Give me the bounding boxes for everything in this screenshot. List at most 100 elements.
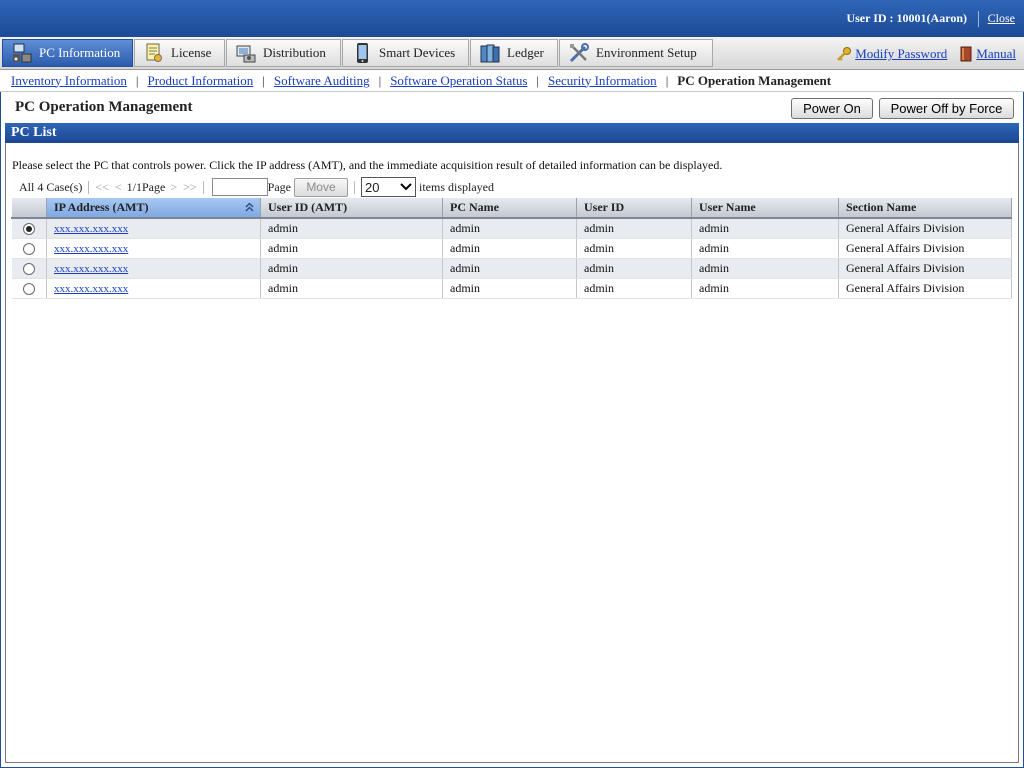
first-page-link[interactable]: << [95,180,109,195]
divider [202,180,204,194]
ip-cell: xxx.xxx.xxx.xxx [46,278,261,299]
column-header-pc-name[interactable]: PC Name [442,198,577,219]
smart-device-icon [351,42,373,64]
tools-icon [568,42,590,64]
separator: | [262,72,265,88]
user-name-cell: admin [691,278,839,299]
subnav-software-auditing[interactable]: Software Auditing [274,73,370,89]
divider [978,11,979,27]
table-header-row: IP Address (AMT) User ID (AMT) PC Name U… [11,198,1012,219]
section-name-cell: General Affairs Division [838,258,1012,279]
sub-nav: Inventory Information | Product Informat… [0,70,1024,92]
tab-label: Smart Devices [379,45,456,60]
sort-ascending-icon[interactable] [245,202,254,213]
pc-name-cell: admin [442,238,577,259]
amt-user-id-cell: admin [260,238,443,259]
section-name-cell: General Affairs Division [838,238,1012,259]
select-cell [11,238,47,259]
next-page-link[interactable]: > [170,180,177,195]
ip-address-link[interactable]: xxx.xxx.xxx.xxx [54,223,128,235]
power-off-by-force-button[interactable]: Power Off by Force [879,98,1014,119]
select-cell [11,258,47,279]
divider [88,180,90,194]
column-header-user-id-amt[interactable]: User ID (AMT) [260,198,443,219]
separator: | [536,72,540,88]
column-header-user-id[interactable]: User ID [576,198,692,219]
pc-name-cell: admin [442,258,577,279]
ip-address-link[interactable]: xxx.xxx.xxx.xxx [54,243,128,255]
page-info: 1/1Page [126,179,166,194]
tab-label: License [171,45,212,60]
tab-license[interactable]: License [134,39,225,67]
total-count: All 4 Case(s) [19,179,83,194]
user-name-cell: admin [691,238,839,259]
manual-link[interactable]: Manual [959,46,1016,62]
amt-user-id-cell: admin [260,218,443,239]
column-header-section-name[interactable]: Section Name [838,198,1012,219]
page-title: PC Operation Management [15,99,193,115]
modify-password-label: Modify Password [855,46,948,61]
panel-title: PC List [5,123,1019,143]
main-nav: PC Information License Distribution Smar… [0,37,1024,70]
tab-distribution[interactable]: Distribution [226,39,341,67]
subnav-product-information[interactable]: Product Information [148,73,254,89]
row-select-radio[interactable] [22,223,35,236]
power-on-button[interactable]: Power On [791,98,873,119]
subnav-inventory-information[interactable]: Inventory Information [11,73,127,89]
table-row: xxx.xxx.xxx.xxx admin admin admin admin … [11,218,1012,239]
pager: All 4 Case(s) << < 1/1Page > >> Page Mov… [19,176,494,198]
subnav-software-operation-status[interactable]: Software Operation Status [390,73,527,89]
tab-pc-information[interactable]: PC Information [2,39,133,67]
page-number-input[interactable] [211,178,268,196]
tab-label: Ledger [507,45,544,60]
last-page-link[interactable]: >> [183,180,197,195]
items-per-page-value: 20 [364,179,380,195]
user-id-cell: admin [576,278,692,299]
pc-name-cell: admin [442,218,577,239]
chevron-down-icon [400,183,412,191]
instruction-text: Please select the PC that controls power… [12,158,723,172]
subnav-security-information[interactable]: Security Information [548,73,657,89]
prev-page-link[interactable]: < [115,180,122,195]
user-id-cell: admin [576,238,692,259]
tab-ledger[interactable]: Ledger [470,39,558,67]
select-column-header [11,198,47,219]
row-select-radio[interactable] [22,263,35,276]
ip-address-link[interactable]: xxx.xxx.xxx.xxx [54,263,128,275]
table-row: xxx.xxx.xxx.xxx admin admin admin admin … [11,258,1012,279]
tab-smart-devices[interactable]: Smart Devices [342,39,469,67]
user-name-cell: admin [691,218,839,239]
manual-label: Manual [976,46,1016,61]
ip-cell: xxx.xxx.xxx.xxx [46,258,261,279]
pc-name-cell: admin [442,278,577,299]
separator: | [135,72,139,88]
subnav-current-page: PC Operation Management [677,72,832,88]
column-header-ip-address[interactable]: IP Address (AMT) [46,198,261,219]
separator: | [665,72,669,88]
user-id-cell: admin [576,218,692,239]
column-header-label: IP Address (AMT) [54,200,149,214]
header-tools: Modify Password Manual [836,46,1016,62]
ip-address-link[interactable]: xxx.xxx.xxx.xxx [54,283,128,295]
user-id-label: User ID : 10001(Aaron) [846,11,967,25]
distribution-icon [235,42,257,64]
items-displayed-label: items displayed [418,179,494,194]
row-select-radio[interactable] [22,283,35,296]
tab-environment-setup[interactable]: Environment Setup [559,39,713,67]
tab-label: Environment Setup [596,45,697,60]
row-select-radio[interactable] [22,243,35,256]
tab-label: Distribution [263,45,326,60]
section-name-cell: General Affairs Division [838,218,1012,239]
ip-cell: xxx.xxx.xxx.xxx [46,218,261,239]
ip-cell: xxx.xxx.xxx.xxx [46,238,261,259]
user-name-cell: admin [691,258,839,279]
modify-password-link[interactable]: Modify Password [836,46,947,62]
table-row: xxx.xxx.xxx.xxx admin admin admin admin … [11,238,1012,259]
items-per-page-select[interactable]: 20 [360,177,416,197]
separator: | [378,72,382,88]
move-button[interactable]: Move [293,177,348,197]
key-icon [837,47,852,61]
close-link[interactable]: Close [988,11,1015,26]
license-icon [143,42,165,64]
column-header-user-name[interactable]: User Name [691,198,839,219]
